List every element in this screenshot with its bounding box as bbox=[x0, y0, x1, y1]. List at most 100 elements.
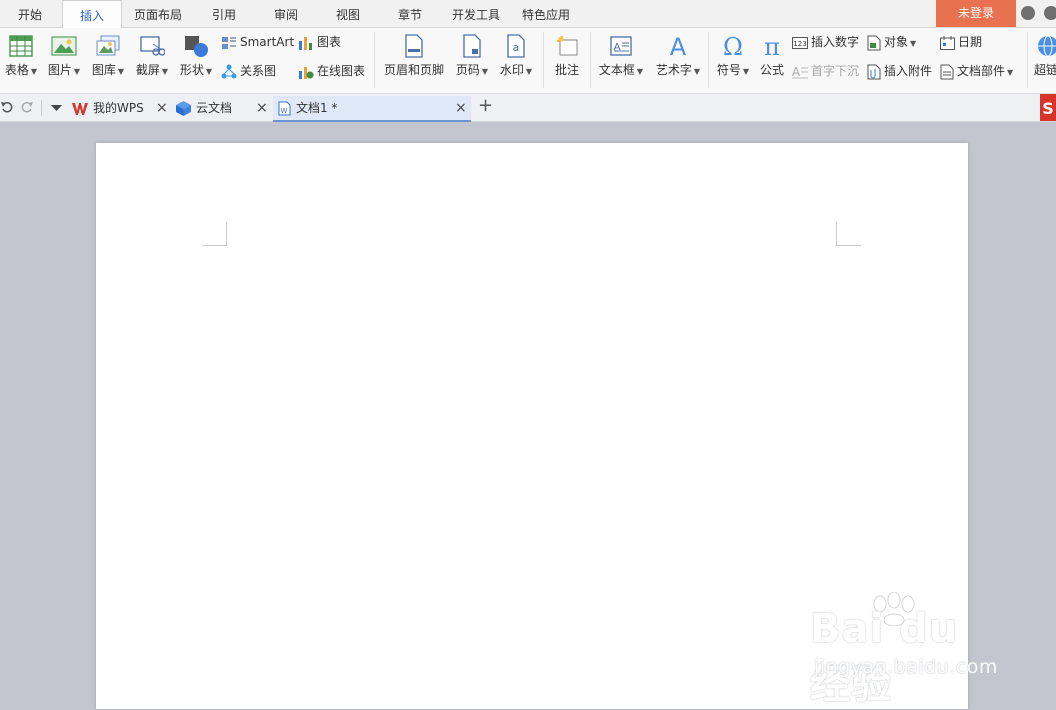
attachment-label: 插入附件 bbox=[884, 64, 933, 78]
doc-parts-label: 文档部件 bbox=[957, 64, 1006, 78]
relation-label: 关系图 bbox=[240, 64, 277, 78]
document-tab-bar: 我的WPS × 云文档 × W 文档1 * × + S bbox=[0, 94, 1056, 122]
table-icon bbox=[9, 35, 33, 57]
page-number-label: 页码 bbox=[455, 63, 480, 77]
doc-tab-label: 云文档 bbox=[196, 101, 233, 115]
login-button[interactable]: 未登录 bbox=[936, 0, 1016, 27]
shape-label: 形状 bbox=[179, 63, 204, 77]
pi-icon: π bbox=[764, 34, 780, 58]
screenshot-label: 截屏 bbox=[135, 63, 160, 77]
word-doc-icon: W bbox=[278, 101, 291, 116]
tab-home[interactable]: 开始 bbox=[0, 0, 60, 27]
header-footer-button[interactable]: 页眉和页脚 bbox=[382, 34, 446, 78]
wps-logo-icon bbox=[72, 102, 88, 115]
tab-page-layout[interactable]: 页面布局 bbox=[124, 0, 192, 27]
insert-number-button[interactable]: 123 插入数字 bbox=[792, 32, 859, 52]
svg-text:A: A bbox=[670, 34, 687, 58]
redo-icon[interactable] bbox=[21, 101, 33, 113]
watermark-icon: a bbox=[507, 34, 525, 58]
new-tab-plus-icon[interactable]: + bbox=[478, 95, 493, 116]
svg-text:π: π bbox=[764, 34, 780, 58]
date-button[interactable]: 日期 bbox=[940, 32, 982, 52]
gallery-button[interactable]: 图库 ▼ bbox=[88, 34, 128, 78]
close-icon[interactable]: × bbox=[256, 96, 268, 120]
chart-button[interactable]: 图表 bbox=[298, 32, 341, 52]
gallery-icon bbox=[96, 35, 120, 56]
screenshot-button[interactable]: 截屏 ▼ bbox=[132, 34, 172, 78]
tab-developer[interactable]: 开发工具 bbox=[444, 0, 508, 27]
page-number-icon bbox=[463, 34, 481, 58]
calendar-icon bbox=[940, 35, 955, 50]
tab-list-dropdown-icon[interactable] bbox=[51, 105, 62, 112]
smartart-button[interactable]: SmartArt bbox=[221, 32, 294, 52]
baidu-jingyan-watermark: Bai du 经验 jingyan.baidu.com bbox=[808, 592, 1008, 708]
doc-parts-button[interactable]: 文档部件 ▼ bbox=[940, 61, 1013, 81]
table-button[interactable]: 表格 ▼ bbox=[2, 34, 40, 78]
tab-references[interactable]: 引用 bbox=[196, 0, 252, 27]
header-footer-icon bbox=[405, 34, 423, 58]
tab-insert[interactable]: 插入 bbox=[62, 0, 122, 29]
number-icon: 123 bbox=[792, 36, 808, 49]
symbol-button[interactable]: Ω 符号 ▼ bbox=[713, 34, 753, 78]
header-footer-label: 页眉和页脚 bbox=[383, 63, 444, 77]
tab-review[interactable]: 审阅 bbox=[258, 0, 314, 27]
doc-tab-cloud-docs[interactable]: 云文档 × bbox=[176, 96, 268, 120]
formula-button[interactable]: π 公式 bbox=[755, 34, 789, 78]
relation-diagram-button[interactable]: 关系图 bbox=[221, 61, 276, 81]
hyperlink-button[interactable]: 超链 bbox=[1034, 34, 1056, 78]
separator bbox=[374, 32, 375, 88]
textbox-label: 文本框 bbox=[598, 63, 635, 77]
tab-special-apps[interactable]: 特色应用 bbox=[514, 0, 578, 27]
settings-icon[interactable] bbox=[1044, 6, 1056, 20]
drop-cap-button[interactable]: A 首字下沉 bbox=[792, 61, 859, 81]
page-number-button[interactable]: 页码 ▼ bbox=[452, 34, 492, 78]
doc-tab-label: 文档1 * bbox=[296, 101, 338, 115]
svg-text:A: A bbox=[792, 65, 801, 79]
margin-corner-top-right bbox=[836, 222, 861, 246]
wordart-button[interactable]: A 艺术字 ▼ bbox=[652, 34, 704, 78]
close-icon[interactable]: × bbox=[156, 96, 168, 120]
close-icon[interactable]: × bbox=[455, 96, 467, 120]
doc-tab-my-wps[interactable]: 我的WPS × bbox=[72, 96, 170, 120]
wordart-label: 艺术字 bbox=[655, 63, 692, 77]
cube-icon bbox=[176, 101, 191, 116]
comment-button[interactable]: 批注 bbox=[550, 34, 584, 78]
separator bbox=[543, 32, 544, 88]
skin-icon[interactable] bbox=[1021, 6, 1035, 20]
wps-brand-icon[interactable]: S bbox=[1040, 94, 1056, 121]
textbox-button[interactable]: A 文本框 ▼ bbox=[596, 34, 646, 78]
watermark-button[interactable]: a 水印 ▼ bbox=[496, 34, 536, 78]
object-button[interactable]: 对象 ▼ bbox=[867, 32, 916, 52]
margin-corner-top-left bbox=[202, 222, 227, 246]
screenshot-icon bbox=[140, 36, 165, 56]
omega-icon: Ω bbox=[723, 34, 743, 58]
separator bbox=[590, 32, 591, 88]
svg-text:Ω: Ω bbox=[723, 34, 743, 58]
online-chart-button[interactable]: 在线图表 bbox=[298, 61, 365, 81]
attachment-icon bbox=[867, 64, 881, 79]
picture-button[interactable]: 图片 ▼ bbox=[44, 34, 84, 78]
undo-icon[interactable] bbox=[1, 101, 13, 113]
tab-section[interactable]: 章节 bbox=[382, 0, 438, 27]
wordart-icon: A bbox=[670, 34, 687, 58]
comment-icon bbox=[557, 36, 578, 56]
tab-view[interactable]: 视图 bbox=[320, 0, 376, 27]
svg-text:W: W bbox=[281, 107, 288, 115]
online-chart-label: 在线图表 bbox=[317, 64, 366, 78]
doc-tab-document1[interactable]: W 文档1 * × bbox=[273, 96, 471, 122]
insert-attachment-button[interactable]: 插入附件 bbox=[867, 61, 932, 81]
insert-number-label: 插入数字 bbox=[811, 35, 860, 49]
shape-icon bbox=[185, 36, 208, 57]
picture-label: 图片 bbox=[47, 63, 72, 77]
comment-label: 批注 bbox=[554, 63, 579, 77]
ribbon-insert: 表格 ▼ 图片 ▼ 图库 ▼ 截屏 ▼ 形状 ▼ SmartArt 关系图 图表… bbox=[0, 28, 1056, 94]
doc-tab-label: 我的WPS bbox=[93, 101, 144, 115]
object-label: 对象 bbox=[884, 35, 909, 49]
chart-label: 图表 bbox=[317, 35, 342, 49]
shape-button[interactable]: 形状 ▼ bbox=[176, 34, 216, 78]
table-label: 表格 bbox=[4, 63, 29, 77]
relation-icon bbox=[221, 64, 237, 78]
online-chart-icon bbox=[299, 66, 314, 79]
separator bbox=[41, 100, 42, 116]
textbox-icon: A bbox=[610, 36, 632, 56]
